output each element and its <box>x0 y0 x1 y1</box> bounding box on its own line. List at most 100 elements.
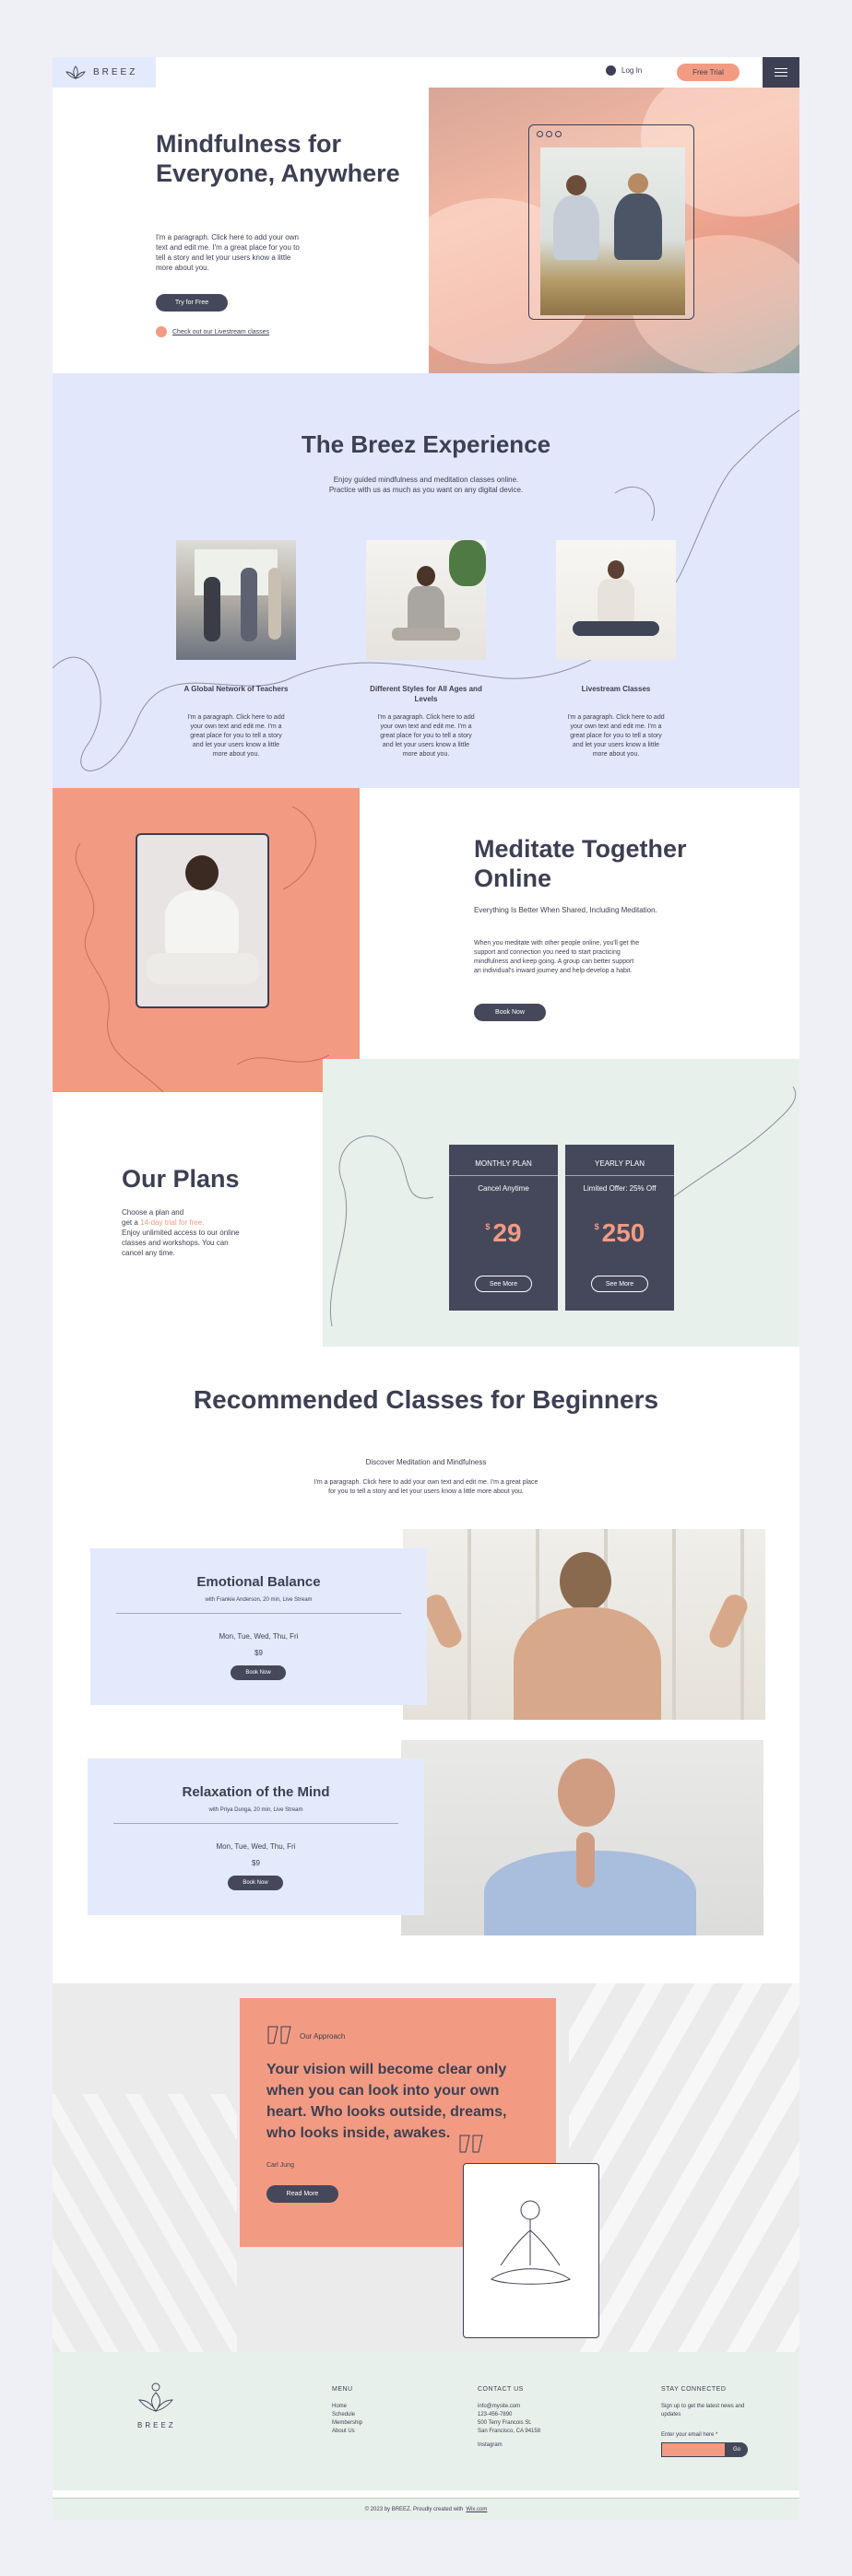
see-more-button[interactable]: See More <box>591 1276 648 1292</box>
plans-panel <box>323 1059 799 1347</box>
login-button[interactable]: Log In <box>606 65 642 76</box>
book-now-button[interactable]: Book Now <box>474 1004 546 1021</box>
class-title: Emotional Balance <box>196 1574 321 1590</box>
footer-link-membership[interactable]: Membership <box>332 2419 362 2428</box>
plan-note: Cancel Anytime <box>478 1184 529 1193</box>
user-icon <box>606 65 616 76</box>
experience-subtitle-line-2: Practice with us as much as you want on … <box>328 486 524 494</box>
trial-highlight: 14-day trial for free. <box>140 1218 205 1227</box>
logo-text: BREEZ <box>93 67 138 77</box>
play-icon <box>156 326 167 337</box>
class-meta: with Priya Dunga, 20 min, Live Stream <box>208 1807 303 1813</box>
feature-text-styles: I'm a paragraph. Click here to add your … <box>377 714 475 758</box>
copyright-text: © 2023 by BREEZ. Proudly created with <box>364 2506 464 2512</box>
meditate-paragraph: When you meditate with other people onli… <box>474 940 640 974</box>
class-image-relaxation <box>401 1740 763 1935</box>
plans-paragraph: Choose a plan and get a 14-day trial for… <box>122 1207 242 1258</box>
feature-title-teachers: A Global Network of Teachers <box>183 685 289 693</box>
class-card-relaxation: Relaxation of the Mind with Priya Dunga,… <box>88 1759 424 1915</box>
footer-logo-text: BREEZ <box>137 2421 176 2429</box>
hero-title: Mindfulness for Everyone, Anywhere <box>156 130 400 187</box>
plan-divider <box>565 1175 674 1176</box>
experience-title: The Breez Experience <box>301 430 551 458</box>
newsletter-go-button[interactable]: Go <box>726 2442 748 2457</box>
livestream-link[interactable]: Check out our Livestream classes <box>156 326 269 337</box>
footer-connected-title: STAY CONNECTED <box>661 2386 727 2393</box>
class-image-emotional-balance <box>403 1529 765 1720</box>
meditating-figure-icon <box>491 2200 571 2285</box>
class-days: Mon, Tue, Wed, Thu, Fri <box>219 1632 299 1641</box>
plan-name: MONTHLY PLAN <box>475 1159 532 1168</box>
footer-logo[interactable]: BREEZ <box>137 2382 174 2429</box>
lotus-icon <box>138 2382 173 2412</box>
class-price: $9 <box>252 1859 260 1867</box>
window-dots-icon <box>537 131 562 137</box>
recommended-title: Recommended Classes for Beginners <box>193 1385 659 1414</box>
plans-para-line-2: get a 14-day trial for free. <box>122 1218 205 1227</box>
see-more-button[interactable]: See More <box>475 1276 532 1292</box>
plan-card-yearly: YEARLY PLAN Limited Offer: 25% Off $250 … <box>565 1145 674 1311</box>
book-now-button[interactable]: Book Now <box>228 1876 283 1890</box>
hero-image <box>429 88 799 373</box>
newsletter-email-input[interactable] <box>661 2442 726 2457</box>
quote-mark-icon <box>267 2026 291 2044</box>
class-card-emotional-balance: Emotional Balance with Frankie Anderson,… <box>90 1548 427 1705</box>
plan-price: $250 <box>594 1218 645 1247</box>
plans-para-line-3: Enjoy unlimited access to our online cla… <box>122 1229 240 1257</box>
logo[interactable]: BREEZ <box>53 57 156 88</box>
free-trial-button[interactable]: Free Trial <box>677 64 740 81</box>
footer-instagram-link[interactable]: Instagram <box>478 2441 540 2450</box>
plan-price: $29 <box>485 1218 522 1247</box>
class-price: $9 <box>254 1649 263 1657</box>
feature-text-livestream: I'm a paragraph. Click here to add your … <box>567 714 665 758</box>
quote-mark-icon <box>459 2135 483 2153</box>
plans-title: Our Plans <box>122 1165 240 1193</box>
plan-divider <box>449 1175 558 1176</box>
experience-subtitle: Enjoy guided mindfulness and meditation … <box>288 475 564 495</box>
feature-image-styles <box>366 540 486 660</box>
wix-link[interactable]: Wix.com <box>466 2507 487 2512</box>
lotus-icon <box>65 65 86 79</box>
feature-image-teachers <box>176 540 296 660</box>
approach-tag: Our Approach <box>300 2032 346 2041</box>
plan-name: YEARLY PLAN <box>595 1159 645 1168</box>
experience-subtitle-line-1: Enjoy guided mindfulness and meditation … <box>333 476 519 484</box>
window-frame <box>528 124 694 320</box>
meditating-couple-photo <box>540 147 685 315</box>
class-title: Relaxation of the Mind <box>182 1784 330 1800</box>
footer-copyright: © 2023 by BREEZ. Proudly created with Wi… <box>53 2498 799 2520</box>
footer-link-about[interactable]: About Us <box>332 2428 362 2436</box>
read-more-button[interactable]: Read More <box>266 2185 338 2203</box>
hero-paragraph: I'm a paragraph. Click here to add your … <box>156 233 300 272</box>
plan-note: Limited Offer: 25% Off <box>583 1184 657 1193</box>
try-free-button[interactable]: Try for Free <box>156 294 228 312</box>
quote-author: Carl Jung <box>266 2162 294 2169</box>
class-meta: with Frankie Anderson, 20 min, Live Stre… <box>205 1597 313 1603</box>
footer-menu-title: MENU <box>332 2386 353 2393</box>
meditate-title: Meditate Together Online <box>474 835 687 892</box>
hamburger-menu-icon[interactable] <box>763 57 799 88</box>
footer-phone: 123-456-7890 <box>478 2412 513 2417</box>
book-now-button[interactable]: Book Now <box>231 1665 286 1680</box>
footer-link-home[interactable]: Home <box>332 2403 362 2411</box>
footer-contact-title: CONTACT US <box>478 2386 524 2393</box>
footer-email[interactable]: info@mysite.com <box>478 2403 540 2411</box>
footer-menu: Home Schedule Membership About Us <box>332 2403 362 2436</box>
approach-quote: Your vision will become clear only when … <box>266 2062 507 2141</box>
class-divider <box>116 1613 401 1614</box>
footer-link-schedule[interactable]: Schedule <box>332 2411 362 2419</box>
livestream-link-label: Check out our Livestream classes <box>172 328 270 335</box>
recommended-subtitle: Discover Meditation and Mindfulness <box>365 1458 487 1466</box>
decorative-line-icon <box>329 1086 797 1327</box>
feature-text-teachers: I'm a paragraph. Click here to add your … <box>187 714 285 758</box>
footer-contact: info@mysite.com 123-456-7890 500 Terry F… <box>478 2403 540 2450</box>
recommended-paragraph: I'm a paragraph. Click here to add your … <box>314 1479 538 1495</box>
meditation-figure-frame <box>463 2163 599 2338</box>
class-divider <box>113 1823 398 1824</box>
footer-connected-text: Sign up to get the latest news and updat… <box>661 2404 745 2417</box>
feature-title-styles: Different Styles for All Ages and Levels <box>370 685 482 703</box>
class-days: Mon, Tue, Wed, Thu, Fri <box>216 1842 296 1851</box>
footer-email-label: Enter your email here * <box>661 2432 718 2438</box>
plan-card-monthly: MONTHLY PLAN Cancel Anytime $29 See More <box>449 1145 558 1311</box>
page: BREEZ Log In Free Trial Mindfulness for … <box>53 57 799 2520</box>
